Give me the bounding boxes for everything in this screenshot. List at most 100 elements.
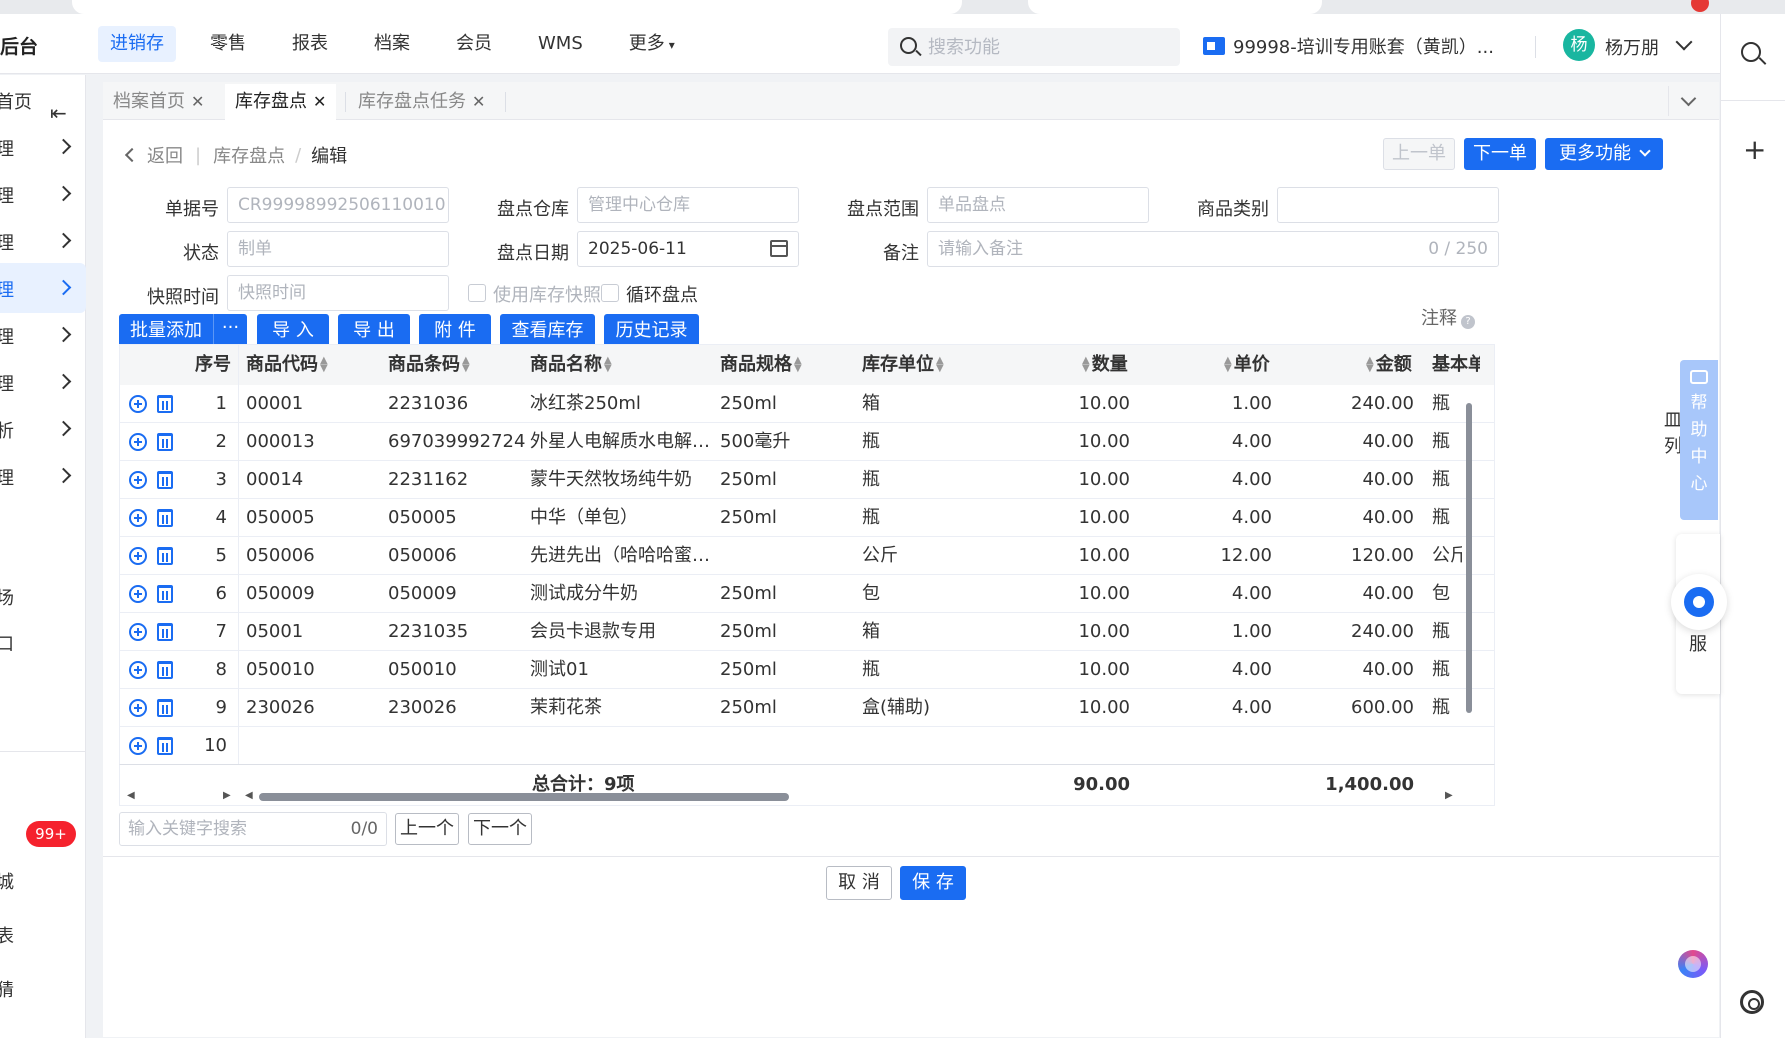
add-row-icon[interactable]	[129, 433, 147, 451]
breadcrumb-parent[interactable]: 库存盘点	[213, 142, 285, 168]
search-icon[interactable]	[1741, 42, 1761, 62]
count-date-picker[interactable]: 2025-06-11	[577, 231, 799, 267]
add-row-icon[interactable]	[129, 509, 147, 527]
sidebar-item[interactable]: 表	[0, 909, 86, 959]
add-row-icon[interactable]	[129, 395, 147, 413]
cell-qty[interactable]: 10.00	[1028, 537, 1130, 575]
nav-item-reports[interactable]: 报表	[280, 26, 340, 62]
sidebar-item[interactable]: 城	[0, 855, 86, 905]
table-row[interactable]: 5 050006 050006 先进先出（哈哈哈蜜… 公斤 10.00 12.00 120.0…	[120, 537, 1494, 575]
table-row[interactable]: 9 230026 230026 茉莉花茶 250ml 盒(辅助) 10.00 4.00 600.…	[120, 689, 1494, 727]
more-functions-button[interactable]: 更多功能	[1545, 138, 1663, 170]
horizontal-scrollbar[interactable]: ◀ ▶ ◀ ▶	[119, 786, 1495, 808]
export-button[interactable]: 导 出	[338, 314, 410, 348]
column-header-name[interactable]: 商品名称 ▲ ▼	[530, 345, 614, 385]
category-field[interactable]	[1277, 187, 1499, 223]
sidebar-item[interactable]: 理	[0, 216, 86, 266]
cell-qty[interactable]: 10.00	[1028, 385, 1130, 423]
sidebar-item[interactable]: 理	[0, 310, 86, 360]
add-row-icon[interactable]	[129, 547, 147, 565]
sidebar-item[interactable]: 理	[0, 357, 86, 407]
tab-stock-count[interactable]: 库存盘点 ✕	[225, 84, 337, 120]
column-header-amount[interactable]: ▲ ▼ 金额	[1364, 345, 1412, 385]
nav-item-members[interactable]: 会员	[444, 26, 504, 62]
cell-qty[interactable]: 10.00	[1028, 689, 1130, 727]
sidebar-item[interactable]: 猜	[0, 963, 86, 1013]
add-row-icon[interactable]	[129, 623, 147, 641]
import-button[interactable]: 导 入	[257, 314, 329, 348]
table-row[interactable]: 2 000013 6970399927247 外星人电解质水电解… 500毫升 瓶 10.0…	[120, 423, 1494, 461]
sidebar-item[interactable]: 理	[0, 451, 86, 501]
column-header-code[interactable]: 商品代码 ▲ ▼	[246, 345, 330, 385]
close-icon[interactable]: ✕	[313, 92, 326, 111]
cell-qty[interactable]: 10.00	[1028, 651, 1130, 689]
sidebar-item[interactable]: 场	[0, 571, 86, 621]
batch-add-more-button[interactable]: ···	[213, 314, 247, 348]
nav-item-archives[interactable]: 档案	[362, 26, 422, 62]
nav-item-retail[interactable]: 零售	[198, 26, 258, 62]
prev-doc-button[interactable]: 上一单	[1383, 138, 1455, 170]
table-row[interactable]: 1 00001 2231036 冰红茶250ml 250ml 箱 10.00 1.00 240.…	[120, 385, 1494, 423]
prev-match-button[interactable]: 上一个	[395, 813, 459, 845]
user-name[interactable]: 杨万朋	[1605, 34, 1659, 60]
next-doc-button[interactable]: 下一单	[1464, 138, 1536, 170]
cell-qty[interactable]: 10.00	[1028, 423, 1130, 461]
save-button[interactable]: 保 存	[900, 866, 966, 900]
sort-icon[interactable]: ▲ ▼	[1224, 356, 1232, 374]
cell-qty[interactable]: 10.00	[1028, 461, 1130, 499]
column-header-unit[interactable]: 库存单位 ▲ ▼	[862, 345, 946, 385]
cycle-count-checkbox[interactable]	[601, 284, 619, 302]
cell-qty[interactable]: 10.00	[1028, 613, 1130, 651]
function-search-input[interactable]	[928, 32, 1168, 62]
message-count-badge[interactable]: 99+	[26, 821, 76, 847]
delete-row-icon[interactable]	[157, 471, 173, 489]
delete-row-icon[interactable]	[157, 585, 173, 603]
cell-qty[interactable]	[1028, 727, 1130, 765]
add-row-icon[interactable]	[129, 699, 147, 717]
column-header-qty[interactable]: ▲ ▼ 数量	[1080, 345, 1128, 385]
view-stock-button[interactable]: 查看库存	[500, 314, 595, 348]
customer-service-label[interactable]: 服	[1689, 630, 1707, 656]
tabs-dropdown-icon[interactable]	[1668, 86, 1708, 116]
calendar-icon[interactable]	[770, 240, 788, 257]
vertical-scrollbar[interactable]	[1466, 403, 1472, 713]
sort-icon[interactable]: ▲ ▼	[604, 356, 612, 374]
sidebar-item[interactable]: 口	[0, 617, 86, 667]
scrollbar-thumb[interactable]	[259, 793, 789, 801]
cell-qty[interactable]: 10.00	[1028, 499, 1130, 537]
sort-icon[interactable]: ▲ ▼	[936, 356, 944, 374]
sort-icon[interactable]: ▲ ▼	[1366, 356, 1374, 374]
sort-icon[interactable]: ▲ ▼	[462, 356, 470, 374]
scroll-left-icon[interactable]: ◀	[127, 790, 135, 801]
sort-icon[interactable]: ▲ ▼	[1082, 356, 1090, 374]
delete-row-icon[interactable]	[157, 661, 173, 679]
remark-field[interactable]: 请输入备注 0 / 250	[927, 231, 1499, 267]
sidebar-item-active[interactable]: 理	[0, 263, 86, 313]
close-icon[interactable]: ✕	[472, 92, 485, 111]
cancel-button[interactable]: 取 消	[826, 866, 892, 900]
chevron-down-icon[interactable]	[1675, 33, 1693, 51]
delete-row-icon[interactable]	[157, 737, 173, 755]
history-button[interactable]: 历史记录	[604, 314, 699, 348]
delete-row-icon[interactable]	[157, 547, 173, 565]
sidebar-item-home[interactable]: 首页 ⇤	[0, 75, 86, 125]
use-snapshot-checkbox[interactable]	[468, 284, 486, 302]
nav-item-inventory[interactable]: 进销存	[98, 26, 176, 62]
add-row-icon[interactable]	[129, 585, 147, 603]
sidebar-item[interactable]: 析	[0, 404, 86, 454]
table-row[interactable]: 6 050009 050009 测试成分牛奶 250ml 包 10.00 4.00 40.00 包	[120, 575, 1494, 613]
scroll-left-icon[interactable]: ◀	[245, 790, 253, 801]
add-row-icon[interactable]	[129, 471, 147, 489]
close-icon[interactable]: ✕	[191, 92, 204, 111]
customer-service-icon[interactable]	[1671, 574, 1727, 630]
scroll-right-icon[interactable]: ▶	[223, 790, 231, 801]
delete-row-icon[interactable]	[157, 509, 173, 527]
table-row[interactable]: 7 05001 2231035 会员卡退款专用 250ml 箱 10.00 1.00 240.0…	[120, 613, 1494, 651]
account-switcher[interactable]: 99998-培训专用账套（黄凯）...	[1203, 33, 1494, 59]
avatar[interactable]: 杨	[1563, 29, 1595, 61]
column-header-barcode[interactable]: 商品条码 ▲ ▼	[388, 345, 472, 385]
tab-stock-count-task[interactable]: 库存盘点任务 ✕	[348, 84, 495, 120]
delete-row-icon[interactable]	[157, 395, 173, 413]
notes-link[interactable]: 注释?	[1421, 304, 1475, 330]
gear-icon[interactable]	[1740, 990, 1764, 1014]
